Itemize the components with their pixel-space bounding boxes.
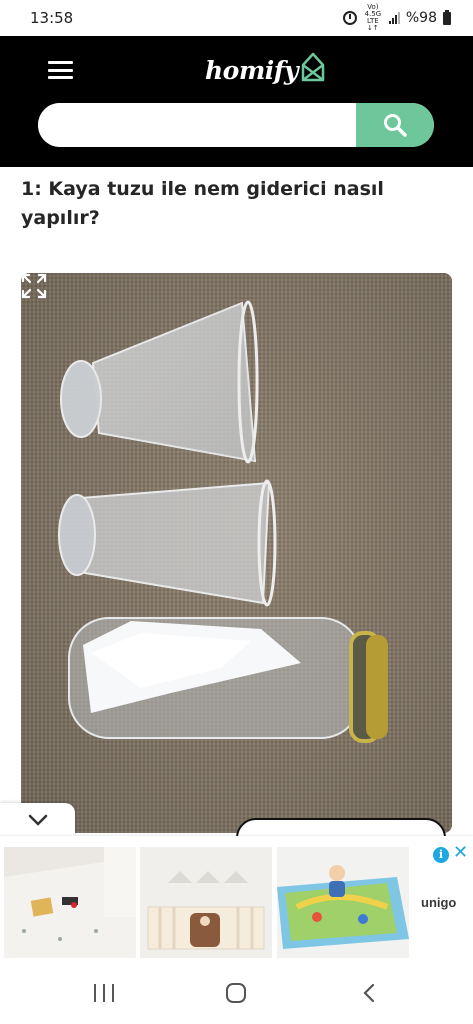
article-photo[interactable] [21, 273, 452, 833]
glass-jar [68, 617, 388, 743]
plastic-cup-middle [58, 479, 277, 607]
status-time: 13:58 [30, 9, 74, 27]
playpen-picture [140, 847, 272, 958]
ad-banner[interactable]: i ✕ [0, 836, 473, 964]
navigation-bar [0, 964, 473, 1024]
close-icon[interactable]: ✕ [453, 844, 469, 862]
network-icon: Vo) 4.5G LTE ↓↑ [363, 4, 383, 32]
house-logo-icon [301, 52, 325, 82]
network-label-bottom: LTE ↓↑ [367, 17, 379, 32]
plastic-cup-top [60, 300, 259, 464]
ad-brand-logo[interactable]: unigo [421, 895, 456, 910]
kid-mat-picture [277, 847, 409, 958]
ad-image-kid-mat[interactable] [277, 847, 409, 958]
search-button[interactable] [356, 103, 434, 147]
ad-image-play-mat[interactable] [4, 847, 136, 958]
search-icon [384, 114, 407, 137]
status-bar: 13:58 Vo) 4.5G LTE ↓↑ %98 [0, 0, 473, 36]
site-header: homify [0, 36, 473, 167]
article-heading: 1: Kaya tuzu ile nem giderici nasıl yapı… [21, 178, 384, 229]
network-label-top: Vo) 4.5G [364, 3, 382, 18]
homify-logo[interactable]: homify [205, 50, 326, 90]
info-icon[interactable]: i [433, 847, 449, 863]
search-input[interactable] [38, 103, 356, 147]
ad-image-playpen[interactable] [140, 847, 272, 958]
status-icons: Vo) 4.5G LTE ↓↑ %98 [342, 4, 451, 32]
home-icon[interactable] [226, 983, 246, 1003]
play-mat-picture [4, 847, 136, 958]
signal-icon [388, 12, 400, 24]
battery-icon [443, 9, 451, 25]
collapse-ad-button[interactable] [0, 803, 75, 837]
back-icon[interactable] [360, 983, 380, 1003]
search-bar [38, 103, 434, 147]
expand-icon[interactable] [21, 273, 47, 299]
alarm-icon [342, 11, 357, 25]
chevron-down-icon [28, 814, 47, 826]
recents-icon[interactable] [94, 984, 114, 1002]
photo-illustration [58, 300, 388, 743]
battery-percent: %98 [405, 10, 437, 26]
logo-text: homify [205, 55, 299, 85]
menu-icon[interactable] [48, 61, 73, 79]
ad-brand-text: unigo [421, 895, 457, 910]
